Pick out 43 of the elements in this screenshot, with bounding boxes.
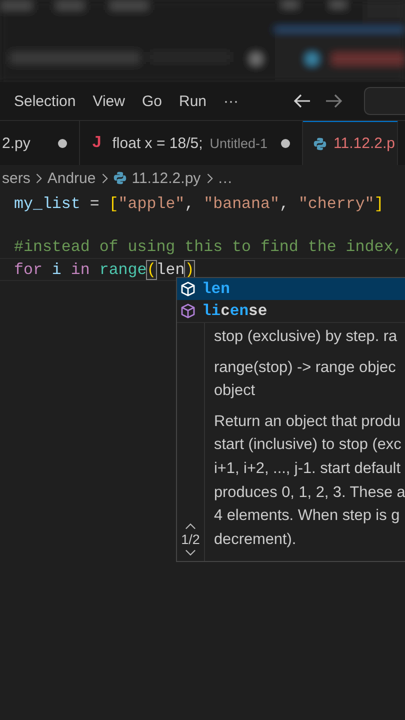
editor-tab[interactable]: 2.py — [0, 121, 80, 165]
code-line: my_list = ["apple", "banana", "cherry"] — [14, 194, 384, 213]
breadcrumb-item[interactable]: Andrue — [47, 170, 96, 186]
tab-title: 2.py — [2, 134, 30, 152]
breadcrumb-item[interactable]: sers — [2, 170, 30, 186]
cube-icon — [180, 303, 196, 319]
menu-item[interactable]: View — [92, 92, 125, 110]
menu-item[interactable]: Go — [142, 92, 162, 110]
documentation-text: 4 elements. When step is g — [214, 506, 401, 526]
documentation-text: object — [214, 381, 256, 402]
menu-item[interactable]: Selection — [14, 92, 76, 110]
search-field[interactable] — [364, 87, 405, 115]
back-arrow-icon[interactable] — [292, 93, 312, 109]
documentation-text: produces 0, 1, 2, 3. These a — [214, 482, 405, 503]
chevron-right-icon — [100, 172, 108, 184]
menu-item[interactable]: Run — [178, 92, 207, 110]
page-indicator: 1/2 — [181, 532, 200, 548]
tab-title: 11.12.2.p — [334, 135, 395, 152]
documentation-text: Return an object that produ — [214, 412, 402, 432]
python-icon — [112, 171, 127, 185]
menu-item[interactable]: ··· — [224, 92, 239, 110]
documentation-text: decrement). — [214, 530, 298, 550]
chevron-up-icon[interactable] — [185, 522, 196, 530]
documentation-text: stop (exclusive) by step. ra — [214, 327, 398, 347]
chevron-down-icon[interactable] — [185, 549, 196, 558]
suggestion-item[interactable]: len — [177, 278, 405, 300]
chevron-right-icon — [35, 172, 42, 184]
documentation-text: range(stop) -> range objec — [214, 358, 397, 378]
documentation-text: start (inclusive) to stop (exc — [214, 435, 402, 456]
code-line: for i in range(len) — [14, 260, 194, 279]
file-type-icon: J — [92, 134, 102, 152]
breadcrumb-item[interactable]: 11.12.2.py — [132, 170, 201, 186]
cube-icon — [180, 281, 196, 297]
python-icon — [312, 136, 327, 150]
tab-title: float x = 18/5; — [112, 134, 203, 152]
suggestion-item[interactable]: license — [177, 300, 405, 322]
code-line: #instead of using this to find the index, — [14, 238, 403, 256]
chevron-right-icon — [206, 172, 213, 184]
documentation-text: i+1, i+2, ..., j-1. start default — [214, 458, 402, 479]
forward-arrow-icon[interactable] — [324, 93, 344, 109]
tab-description: Untitled-1 — [210, 136, 268, 150]
breadcrumb-item[interactable]: … — [218, 170, 233, 186]
editor-tab[interactable]: 11.12.2.p — [302, 121, 398, 165]
